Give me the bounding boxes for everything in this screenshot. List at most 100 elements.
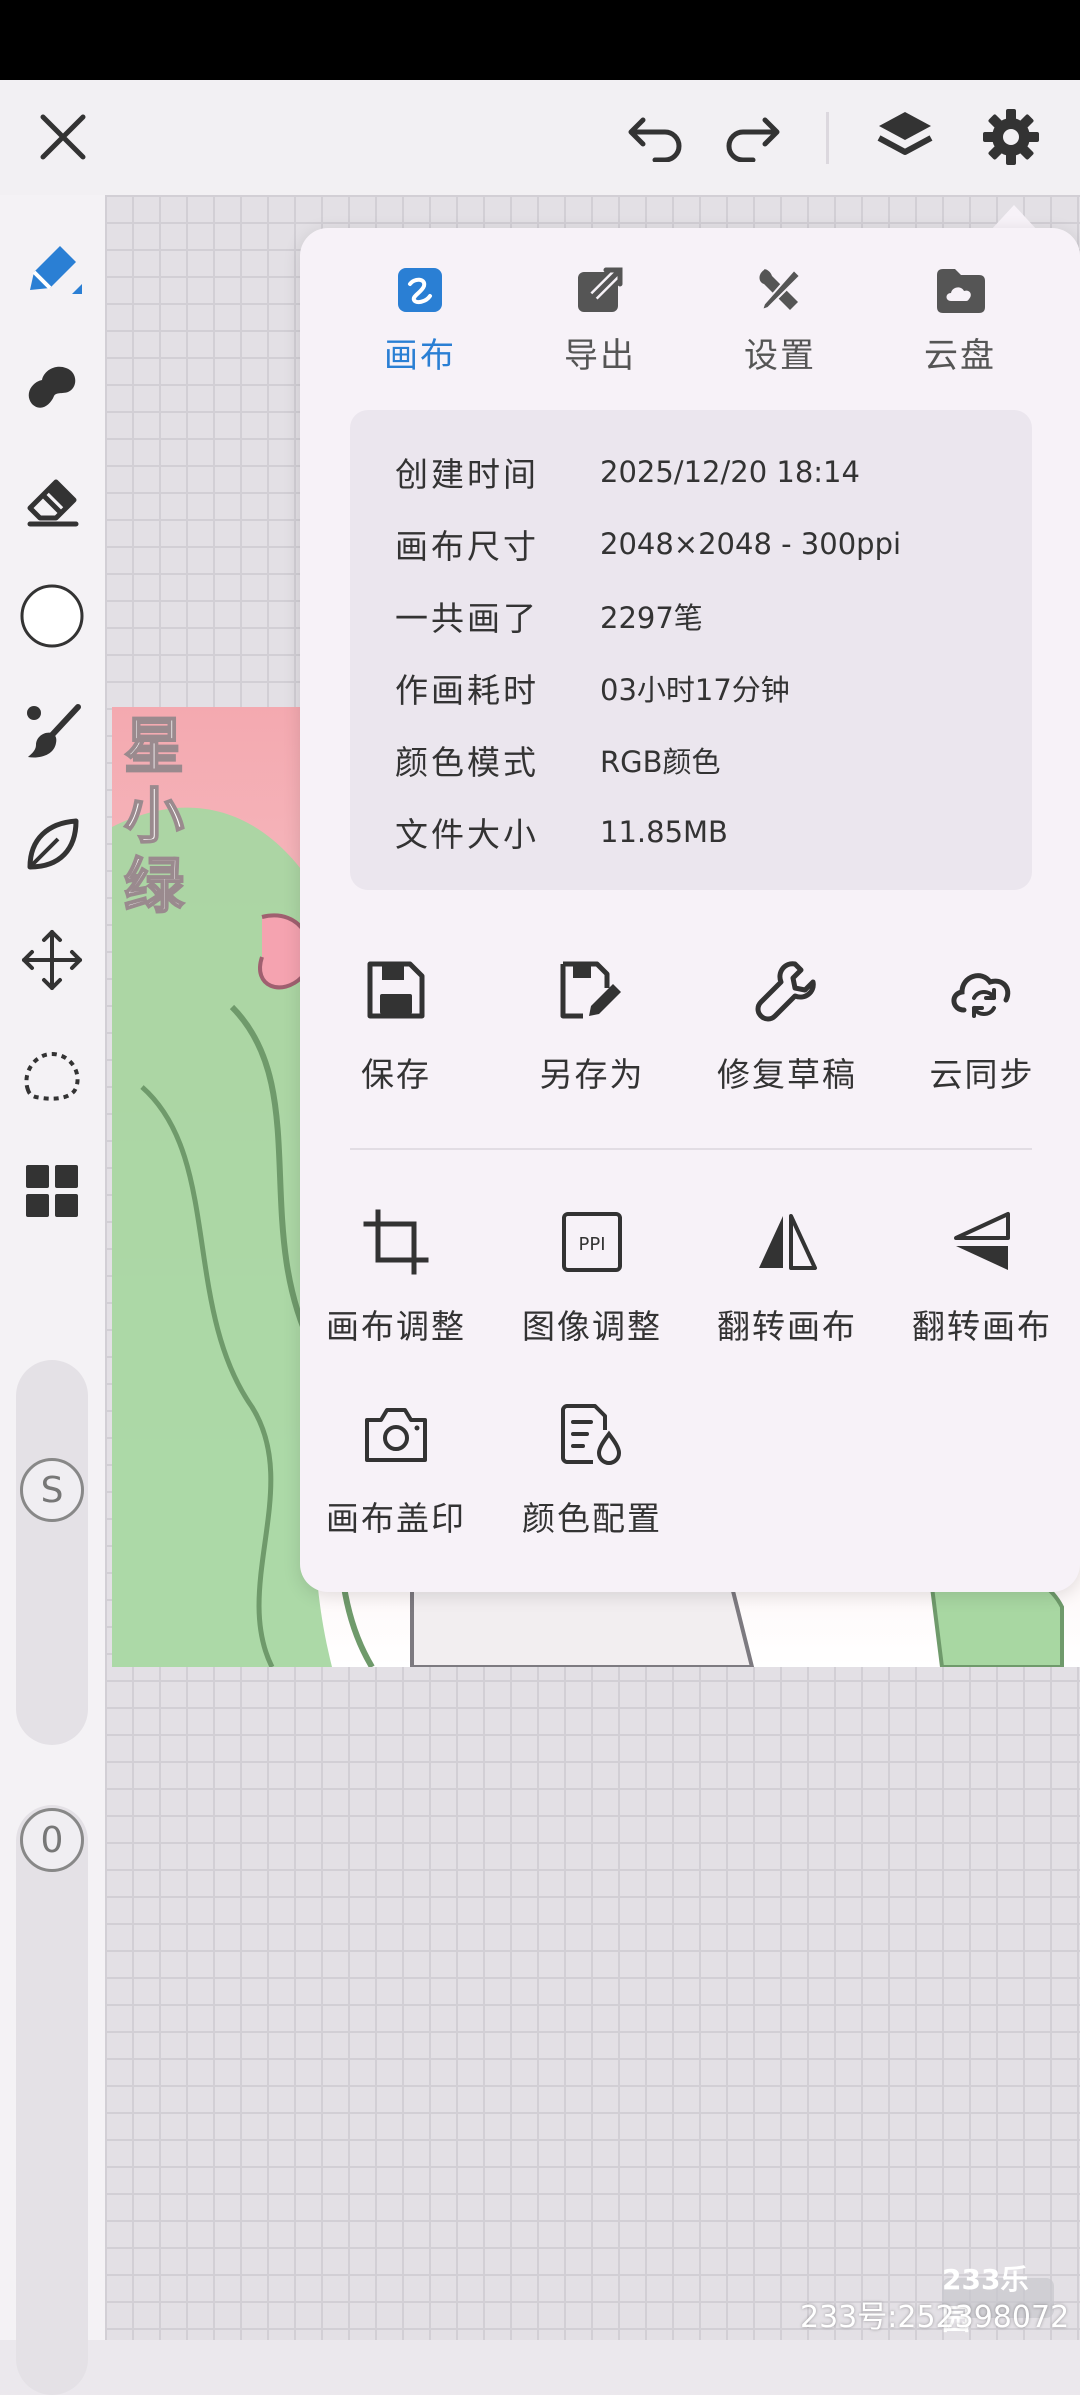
tool-move[interactable] (14, 922, 90, 998)
svg-text:绿: 绿 (124, 852, 185, 922)
info-row: 作画耗时 03小时17分钟 (395, 663, 790, 713)
info-row: 创建时间 2025/12/20 18:14 (395, 447, 860, 497)
info-row: 颜色模式 RGB颜色 (395, 735, 721, 785)
tab-cloud-drive[interactable]: 云盘 (885, 262, 1035, 377)
color-circle-icon (20, 584, 84, 648)
gear-icon (983, 109, 1039, 165)
info-key: 颜色模式 (395, 743, 539, 782)
canvas-stamp-button[interactable]: 画布盖印 (306, 1394, 486, 1540)
layers-icon (877, 112, 933, 155)
info-key: 作画耗时 (395, 671, 539, 710)
ppi-icon: PPI (562, 1212, 622, 1272)
move-arrows-icon (22, 930, 82, 990)
top-bar (0, 80, 1080, 195)
redo-icon (726, 117, 780, 162)
svg-text:星: 星 (124, 712, 184, 782)
tab-label: 云盘 (924, 336, 996, 376)
eraser-icon (27, 479, 79, 527)
undo-button[interactable] (620, 102, 690, 172)
status-bar (0, 0, 1080, 80)
save-icon (367, 961, 425, 1019)
info-value: 2048×2048 - 300ppi (600, 527, 902, 561)
action-label: 另存为 (539, 1055, 645, 1094)
tab-label: 设置 (744, 336, 816, 376)
save-button[interactable]: 保存 (306, 950, 486, 1096)
tool-lasso[interactable] (14, 1038, 90, 1114)
cloud-sync-button[interactable]: 云同步 (892, 950, 1072, 1096)
camera-icon (365, 1408, 427, 1462)
tool-brush[interactable] (14, 232, 90, 308)
info-row: 画布尺寸 2048×2048 - 300ppi (395, 519, 901, 569)
info-key: 一共画了 (395, 599, 539, 638)
action-label: 图像调整 (522, 1307, 662, 1346)
info-key: 文件大小 (395, 815, 539, 854)
tool-paint-brush[interactable] (14, 693, 90, 769)
info-value: 2297笔 (600, 601, 703, 635)
save-as-button[interactable]: 另存为 (502, 950, 682, 1096)
flip-canvas-vertical-button[interactable]: 翻转画布 (892, 1202, 1072, 1348)
export-icon (578, 266, 624, 312)
opacity-slider[interactable] (16, 1805, 88, 2395)
undo-icon (628, 117, 682, 162)
info-value: 03小时17分钟 (600, 673, 790, 707)
smudge-icon (28, 366, 76, 408)
tool-more[interactable] (14, 1153, 90, 1229)
leaf-icon (27, 818, 79, 870)
info-value: RGB颜色 (600, 745, 721, 779)
canvas-adjust-button[interactable]: 画布调整 (306, 1202, 486, 1348)
info-row: 一共画了 2297笔 (395, 591, 703, 641)
pen-icon (30, 246, 82, 294)
section-divider (350, 1148, 1032, 1150)
action-label: 画布盖印 (326, 1499, 466, 1538)
size-badge: S (20, 1458, 84, 1522)
tool-eraser[interactable] (14, 464, 90, 540)
color-profile-icon (561, 1404, 622, 1466)
color-config-button[interactable]: 颜色配置 (502, 1394, 682, 1540)
action-label: 颜色配置 (522, 1499, 662, 1538)
action-label: 云同步 (929, 1055, 1035, 1094)
flip-vertical-icon (954, 1212, 1010, 1270)
image-adjust-button[interactable]: PPI 图像调整 (502, 1202, 682, 1348)
left-toolbar: S 0 (0, 195, 105, 2395)
flip-canvas-horizontal-button[interactable]: 翻转画布 (697, 1202, 877, 1348)
close-button[interactable] (28, 102, 98, 172)
info-key: 画布尺寸 (395, 527, 539, 566)
cloud-drive-icon (937, 269, 985, 313)
tab-settings[interactable]: 设置 (705, 262, 855, 377)
repair-icon (755, 961, 816, 1022)
tab-label: 导出 (564, 336, 636, 376)
action-label: 修复草稿 (717, 1055, 857, 1094)
repair-draft-button[interactable]: 修复草稿 (697, 950, 877, 1096)
lasso-select-icon (24, 1051, 80, 1101)
toolbar-divider (826, 112, 829, 164)
opacity-badge: 0 (20, 1808, 84, 1872)
redo-button[interactable] (718, 102, 788, 172)
layers-button[interactable] (868, 100, 942, 174)
tool-color[interactable] (14, 578, 90, 654)
action-label: 翻转画布 (717, 1307, 857, 1346)
info-value: 2025/12/20 18:14 (600, 455, 860, 489)
svg-text:小: 小 (124, 782, 184, 852)
save-as-icon (560, 961, 621, 1019)
tool-smudge[interactable] (14, 348, 90, 424)
grid-apps-icon (26, 1165, 78, 1217)
close-icon (40, 114, 86, 160)
info-key: 创建时间 (395, 455, 539, 494)
brush-size-slider[interactable] (16, 1360, 88, 1745)
action-label: 画布调整 (326, 1307, 466, 1346)
tab-canvas[interactable]: 画布 (345, 262, 495, 377)
settings-button[interactable] (974, 100, 1048, 174)
action-label: 保存 (361, 1055, 431, 1094)
flip-horizontal-icon (759, 1214, 817, 1270)
info-row: 文件大小 11.85MB (395, 807, 728, 857)
tool-leaf[interactable] (14, 807, 90, 883)
cloud-sync-icon (951, 973, 1011, 1018)
canvas-icon (398, 268, 442, 312)
tab-label: 画布 (384, 336, 456, 376)
settings-tools-icon (759, 268, 802, 312)
crop-icon (363, 1209, 429, 1275)
ppi-icon-text: PPI (578, 1234, 605, 1255)
watermark-id: 233号:252398072 (800, 2300, 1070, 2335)
info-value: 11.85MB (600, 815, 728, 849)
tab-export[interactable]: 导出 (525, 262, 675, 377)
